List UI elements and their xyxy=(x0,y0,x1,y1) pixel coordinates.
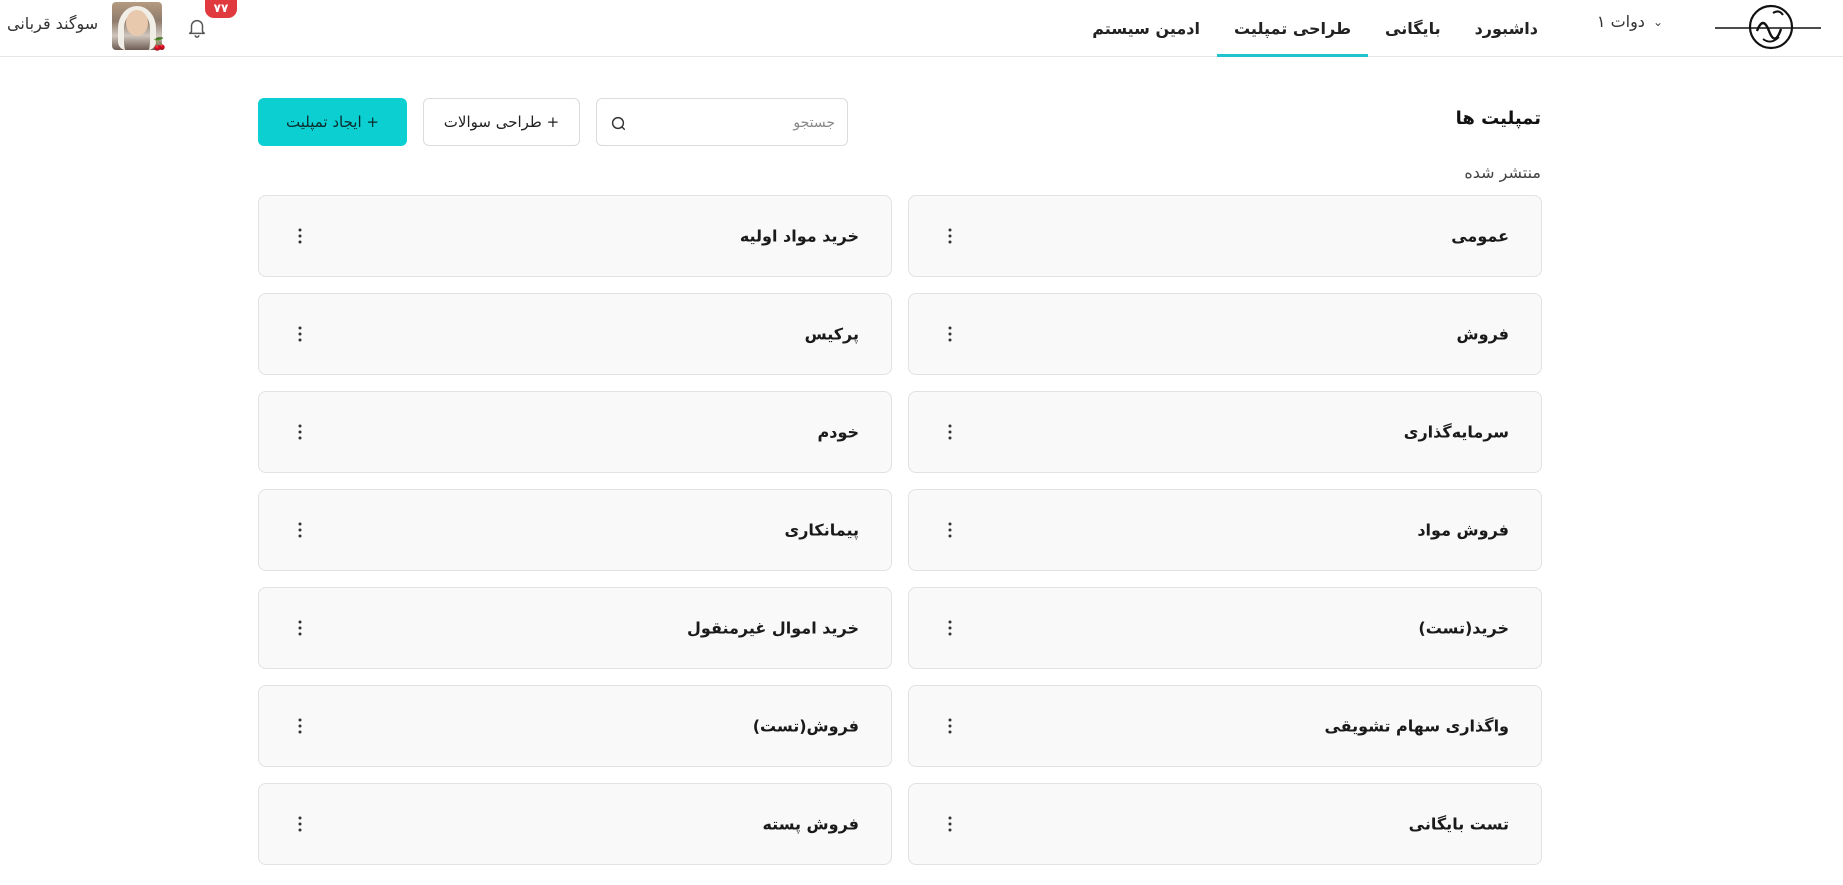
avatar-face xyxy=(126,10,148,36)
more-vertical-icon[interactable] xyxy=(943,618,957,638)
template-card[interactable]: فروش مواد xyxy=(908,489,1542,571)
template-card[interactable]: فروش(تست) xyxy=(258,685,892,767)
nav-item-dashboard[interactable]: داشبورد xyxy=(1458,0,1555,57)
cherry-icon: 🍒 xyxy=(152,37,167,51)
template-card[interactable]: فروش xyxy=(908,293,1542,375)
template-card-label: خودم xyxy=(817,422,860,442)
more-vertical-icon[interactable] xyxy=(293,716,307,736)
more-vertical-icon[interactable] xyxy=(293,226,307,246)
logo-icon[interactable] xyxy=(1713,1,1823,53)
notification-badge: ۷۷ xyxy=(205,0,237,18)
more-vertical-icon[interactable] xyxy=(293,324,307,344)
search-icon[interactable] xyxy=(609,114,627,132)
template-card-label: پرکیس xyxy=(804,324,859,344)
organization-selector-label: دوات ۱ xyxy=(1596,12,1645,31)
more-vertical-icon[interactable] xyxy=(293,422,307,442)
more-vertical-icon[interactable] xyxy=(943,324,957,344)
template-card-label: فروش پسته xyxy=(762,814,859,834)
template-card[interactable]: خرید اموال غیرمنقول xyxy=(258,587,892,669)
template-card[interactable]: خودم xyxy=(258,391,892,473)
template-card-label: پیمانکاری xyxy=(784,520,859,540)
more-vertical-icon[interactable] xyxy=(943,716,957,736)
more-vertical-icon[interactable] xyxy=(293,814,307,834)
nav-item-label: بایگانی xyxy=(1385,19,1441,38)
template-card-label: خرید مواد اولیه xyxy=(739,226,859,246)
template-card-label: سرمایه‌گذاری xyxy=(1403,422,1509,442)
nav-item-archive[interactable]: بایگانی xyxy=(1368,0,1458,57)
design-questions-button[interactable]: + طراحی سوالات xyxy=(423,98,580,146)
page-title: تمپلیت ها xyxy=(1455,108,1541,129)
template-card-label: تست بایگانی xyxy=(1408,814,1509,834)
chevron-down-icon: ⌄ xyxy=(1652,14,1663,29)
more-vertical-icon[interactable] xyxy=(943,226,957,246)
top-bar: دوات ۱ ⌄ داشبورد بایگانی طراحی تمپلیت اد… xyxy=(0,0,1843,57)
nav-item-label: داشبورد xyxy=(1474,19,1538,38)
template-card-label: واگذاری سهام تشویقی xyxy=(1324,716,1509,736)
more-vertical-icon[interactable] xyxy=(293,618,307,638)
template-card[interactable]: خرید مواد اولیه xyxy=(258,195,892,277)
bell-icon[interactable] xyxy=(186,16,208,38)
more-vertical-icon[interactable] xyxy=(943,520,957,540)
template-card[interactable]: تست بایگانی xyxy=(908,783,1542,865)
nav-item-system-admin[interactable]: ادمین سیستم xyxy=(1075,0,1217,57)
search-input[interactable] xyxy=(637,109,837,137)
template-card-label: فروش مواد xyxy=(1417,520,1509,540)
template-card[interactable]: سرمایه‌گذاری xyxy=(908,391,1542,473)
user-name[interactable]: سوگند قربانی xyxy=(7,14,98,33)
template-card[interactable]: پیمانکاری xyxy=(258,489,892,571)
template-card[interactable]: عمومی xyxy=(908,195,1542,277)
template-card[interactable]: خرید(تست) xyxy=(908,587,1542,669)
template-card-label: خرید(تست) xyxy=(1418,618,1509,638)
more-vertical-icon[interactable] xyxy=(943,422,957,442)
nav-item-label: ادمین سیستم xyxy=(1092,19,1200,38)
create-template-button[interactable]: + ایجاد تمپلیت xyxy=(258,98,407,146)
organization-selector[interactable]: دوات ۱ ⌄ xyxy=(1597,12,1663,31)
template-card-label: فروش(تست) xyxy=(752,716,859,736)
template-card-label: فروش xyxy=(1456,324,1509,344)
section-label-published: منتشر شده xyxy=(1464,163,1541,182)
template-card-label: خرید اموال غیرمنقول xyxy=(687,618,859,638)
search-box xyxy=(596,98,848,146)
nav-item-template-design[interactable]: طراحی تمپلیت xyxy=(1216,0,1369,57)
template-card[interactable]: پرکیس xyxy=(258,293,892,375)
more-vertical-icon[interactable] xyxy=(943,814,957,834)
nav-item-label: طراحی تمپلیت xyxy=(1233,19,1352,38)
template-card[interactable]: فروش پسته xyxy=(258,783,892,865)
more-vertical-icon[interactable] xyxy=(293,520,307,540)
template-card[interactable]: واگذاری سهام تشویقی xyxy=(908,685,1542,767)
template-card-label: عمومی xyxy=(1451,226,1509,246)
main-nav: داشبورد بایگانی طراحی تمپلیت ادمین سیستم xyxy=(1075,0,1555,57)
